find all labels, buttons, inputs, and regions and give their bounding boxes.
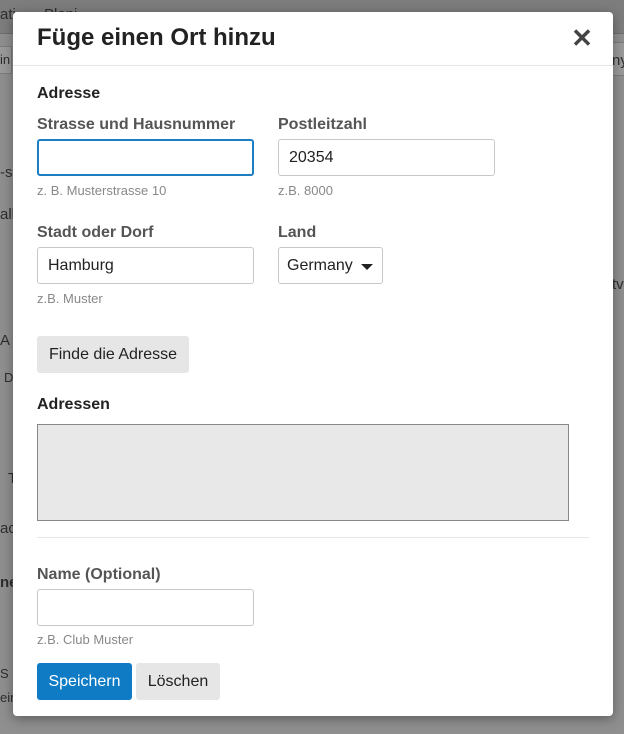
caret-down-icon [360, 263, 373, 270]
address-results-list[interactable] [37, 424, 569, 521]
postal-code-hint: z.B. 8000 [278, 183, 333, 198]
close-icon[interactable]: ✕ [571, 25, 593, 51]
name-label: Name (Optional) [37, 566, 161, 583]
background-text: -s [0, 164, 13, 181]
name-hint: z.B. Club Muster [37, 632, 134, 647]
dialog-title: Füge einen Ort hinzu [37, 24, 276, 51]
save-button[interactable]: Speichern [37, 663, 132, 700]
street-hint: z. B. Musterstrasse 10 [37, 183, 167, 198]
postal-code-input[interactable] [278, 139, 495, 176]
city-label: Stadt oder Dorf [37, 224, 154, 241]
country-label: Land [278, 224, 317, 241]
background-text: D [4, 370, 14, 385]
name-input[interactable] [37, 589, 254, 626]
street-input[interactable] [37, 139, 254, 176]
add-location-dialog: Füge einen Ort hinzu ✕ Adresse Strasse u… [13, 12, 613, 716]
dialog-header: Füge einen Ort hinzu ✕ [13, 12, 613, 66]
city-input[interactable] [37, 247, 254, 284]
city-hint: z.B. Muster [37, 291, 103, 306]
find-address-button[interactable]: Finde die Adresse [37, 336, 189, 373]
addresses-section-title: Adressen [37, 396, 110, 413]
delete-button[interactable]: Löschen [136, 663, 220, 700]
background-text: ny [612, 52, 624, 69]
street-label: Strasse und Hausnummer [37, 116, 236, 133]
background-text: in [0, 52, 11, 67]
postal-code-label: Postleitzahl [278, 116, 367, 133]
address-section-title: Adresse [37, 85, 101, 102]
country-select-value: Germany [287, 256, 353, 274]
background-text: S [0, 666, 9, 681]
background-text: tv [612, 276, 624, 293]
country-select[interactable]: Germany [278, 247, 383, 284]
divider [37, 537, 589, 538]
background-text: A [0, 332, 11, 349]
